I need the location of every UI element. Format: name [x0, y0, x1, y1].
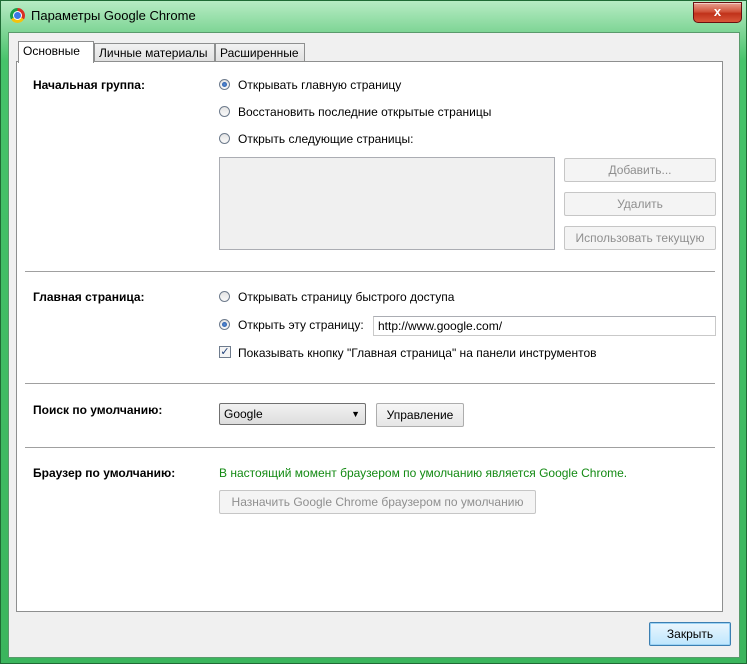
- search-section-label: Поиск по умолчанию:: [33, 403, 163, 417]
- title-bar[interactable]: Параметры Google Chrome x: [1, 1, 746, 31]
- startup-open-pages-label[interactable]: Открыть следующие страницы:: [238, 132, 413, 146]
- dropdown-arrow-icon: ▼: [351, 409, 360, 419]
- homepage-new-tab-label[interactable]: Открывать страницу быстрого доступа: [238, 290, 454, 304]
- section-divider: [25, 447, 715, 448]
- default-browser-section-label: Браузер по умолчанию:: [33, 466, 176, 480]
- dialog-client-area: Основные Личные материалы Расширенные На…: [8, 32, 740, 658]
- section-divider: [25, 271, 715, 272]
- close-dialog-button[interactable]: Закрыть: [649, 622, 731, 646]
- startup-pages-list[interactable]: [219, 157, 555, 250]
- search-engine-dropdown[interactable]: Google ▼: [219, 403, 366, 425]
- startup-restore-label[interactable]: Восстановить последние открытые страницы: [238, 105, 491, 119]
- window-close-button[interactable]: x: [693, 2, 742, 23]
- show-home-button-checkbox[interactable]: ✓: [219, 346, 231, 358]
- homepage-section-label: Главная страница:: [33, 290, 145, 304]
- manage-search-engines-button[interactable]: Управление: [376, 403, 464, 427]
- startup-open-pages-radio[interactable]: [219, 133, 230, 144]
- homepage-url-radio[interactable]: [219, 319, 230, 330]
- options-window: Параметры Google Chrome x Основные Личны…: [0, 0, 747, 664]
- add-page-button[interactable]: Добавить...: [564, 158, 716, 182]
- tab-personal-stuff[interactable]: Личные материалы: [94, 43, 215, 62]
- tab-advanced[interactable]: Расширенные: [215, 43, 305, 62]
- remove-page-button[interactable]: Удалить: [564, 192, 716, 216]
- startup-section-label: Начальная группа:: [33, 78, 145, 92]
- show-home-button-label[interactable]: Показывать кнопку "Главная страница" на …: [238, 346, 597, 360]
- use-current-pages-button[interactable]: Использовать текущую: [564, 226, 716, 250]
- tab-panel-basics: Начальная группа: Открывать главную стра…: [16, 61, 723, 612]
- tab-basics[interactable]: Основные: [18, 41, 94, 63]
- default-browser-status: В настоящий момент браузером по умолчани…: [219, 466, 628, 480]
- homepage-new-tab-radio[interactable]: [219, 291, 230, 302]
- window-title: Параметры Google Chrome: [31, 8, 196, 23]
- startup-homepage-label[interactable]: Открывать главную страницу: [238, 78, 401, 92]
- startup-homepage-radio[interactable]: [219, 79, 230, 90]
- make-default-browser-button[interactable]: Назначить Google Chrome браузером по умо…: [219, 490, 536, 514]
- homepage-url-input[interactable]: http://www.google.com/: [373, 316, 716, 336]
- search-engine-value: Google: [224, 407, 263, 421]
- chrome-logo-icon: [10, 8, 25, 23]
- homepage-url-label[interactable]: Открыть эту страницу:: [238, 318, 364, 332]
- startup-restore-radio[interactable]: [219, 106, 230, 117]
- section-divider: [25, 383, 715, 384]
